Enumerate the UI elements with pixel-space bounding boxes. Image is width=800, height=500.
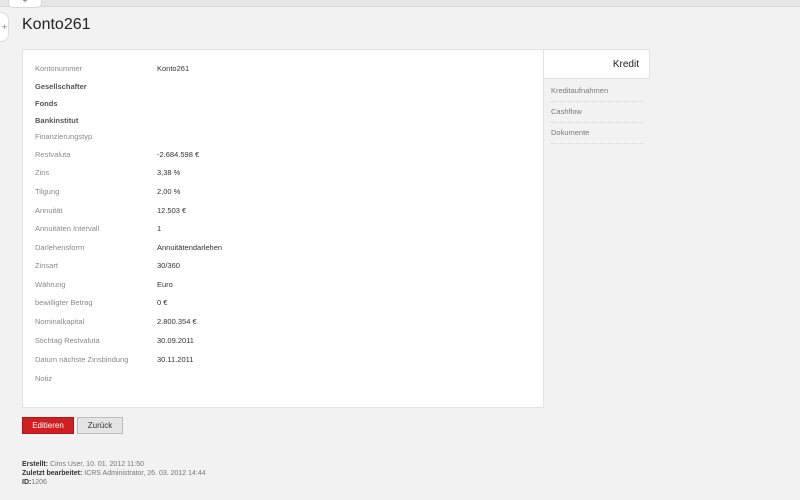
edited-value: ICRS Administrator, 26. 03. 2012 14:44	[84, 470, 206, 477]
detail-value: 30.09.2011	[157, 336, 194, 345]
id-value: 1206	[31, 479, 47, 486]
detail-value: Konto261	[157, 64, 190, 73]
detail-row-stichtag-restvaluta: Stichtag Restvaluta 30.09.2011	[35, 333, 515, 349]
detail-label: Datum nächste Zinsbindung	[35, 355, 129, 364]
detail-row-kontonummer: Kontonummer Konto261	[35, 61, 515, 77]
detail-value: 2,00 %	[157, 187, 181, 196]
detail-label: Währung	[35, 280, 66, 289]
detail-row-datum-naechste-zinsbindung: Datum nächste Zinsbindung 30.11.2011	[35, 352, 515, 368]
detail-row-fonds: Fonds	[35, 96, 515, 112]
detail-label: Restvaluta	[35, 150, 71, 159]
tab-kredit[interactable]: Kredit	[544, 49, 650, 79]
created-label: Erstellt:	[22, 461, 49, 468]
detail-row-zins: Zins 3,38 %	[35, 165, 515, 181]
edit-button[interactable]: Editieren	[22, 417, 74, 434]
detail-label: Stichtag Restvaluta	[35, 336, 100, 345]
detail-row-restvaluta: Restvaluta -2.684.598 €	[35, 147, 515, 163]
edited-info: Zuletzt bearbeitet: ICRS Administrator, …	[22, 469, 206, 478]
detail-value: 3,38 %	[157, 168, 181, 177]
detail-row-bankinstitut: Bankinstitut	[35, 113, 515, 129]
detail-label: bewilligter Betrag	[35, 298, 93, 307]
page-title: Konto261	[22, 16, 91, 33]
detail-value: 30/360	[157, 261, 180, 270]
back-button[interactable]: Zurück	[77, 417, 123, 434]
side-menu-item-cashflow[interactable]: Cashflow	[551, 102, 643, 123]
plus-icon[interactable]: +	[8, 0, 42, 8]
detail-label: Zinsart	[35, 261, 58, 270]
side-menu-item-dokumente[interactable]: Dokumente	[551, 123, 643, 144]
detail-value: 0 €	[157, 298, 168, 307]
detail-row-darlehensform: Darlehensform Annuitätendarlehen	[35, 240, 515, 256]
side-menu-item-kreditaufnahmen[interactable]: Kreditaufnahmen	[551, 81, 643, 102]
edited-label: Zuletzt bearbeitet:	[22, 470, 83, 477]
id-info: ID:1206	[22, 478, 47, 487]
detail-label: Fonds	[35, 99, 58, 108]
detail-value: 1	[157, 224, 162, 233]
detail-row-bewilligter-betrag: bewilligter Betrag 0 €	[35, 295, 515, 311]
detail-label: Annuitäten Intervall	[35, 224, 100, 233]
plus-icon[interactable]: +	[0, 12, 9, 42]
top-bar: +	[0, 0, 800, 8]
detail-label: Nominalkapital	[35, 317, 85, 326]
detail-row-annuitaeten-intervall: Annuitäten Intervall 1	[35, 221, 515, 237]
id-label: ID:	[22, 479, 32, 486]
created-value: Cims User, 10. 01. 2012 11:50	[50, 461, 145, 468]
detail-row-gesellschafter: Gesellschafter	[35, 79, 515, 95]
detail-value: 30.11.2011	[157, 355, 194, 364]
detail-value: Euro	[157, 280, 173, 289]
detail-label: Notiz	[35, 374, 53, 383]
detail-row-notiz: Notiz	[35, 371, 515, 387]
detail-label: Tilgung	[35, 187, 60, 196]
detail-row-waehrung: Währung Euro	[35, 277, 515, 293]
detail-value: 12.503 €	[157, 206, 187, 215]
detail-label: Annuität	[35, 206, 63, 215]
detail-panel: Kontonummer Konto261 Gesellschafter Fond…	[22, 49, 544, 408]
created-info: Erstellt: Cims User, 10. 01. 2012 11:50	[22, 460, 144, 469]
detail-row-nominalkapital: Nominalkapital 2.800.354 €	[35, 314, 515, 330]
detail-label: Darlehensform	[35, 243, 85, 252]
detail-value: 2.800.354 €	[157, 317, 197, 326]
detail-row-finanzierungstyp: Finanzierungstyp	[35, 129, 515, 145]
detail-label: Finanzierungstyp	[35, 132, 93, 141]
detail-label: Zins	[35, 168, 50, 177]
detail-label: Bankinstitut	[35, 116, 79, 125]
detail-row-tilgung: Tilgung 2,00 %	[35, 184, 515, 200]
detail-value: Annuitätendarlehen	[157, 243, 223, 252]
detail-label: Kontonummer	[35, 64, 83, 73]
detail-label: Gesellschafter	[35, 82, 87, 91]
detail-row-annuitaet: Annuität 12.503 €	[35, 203, 515, 219]
detail-row-zinsart: Zinsart 30/360	[35, 258, 515, 274]
detail-value: -2.684.598 €	[157, 150, 200, 159]
